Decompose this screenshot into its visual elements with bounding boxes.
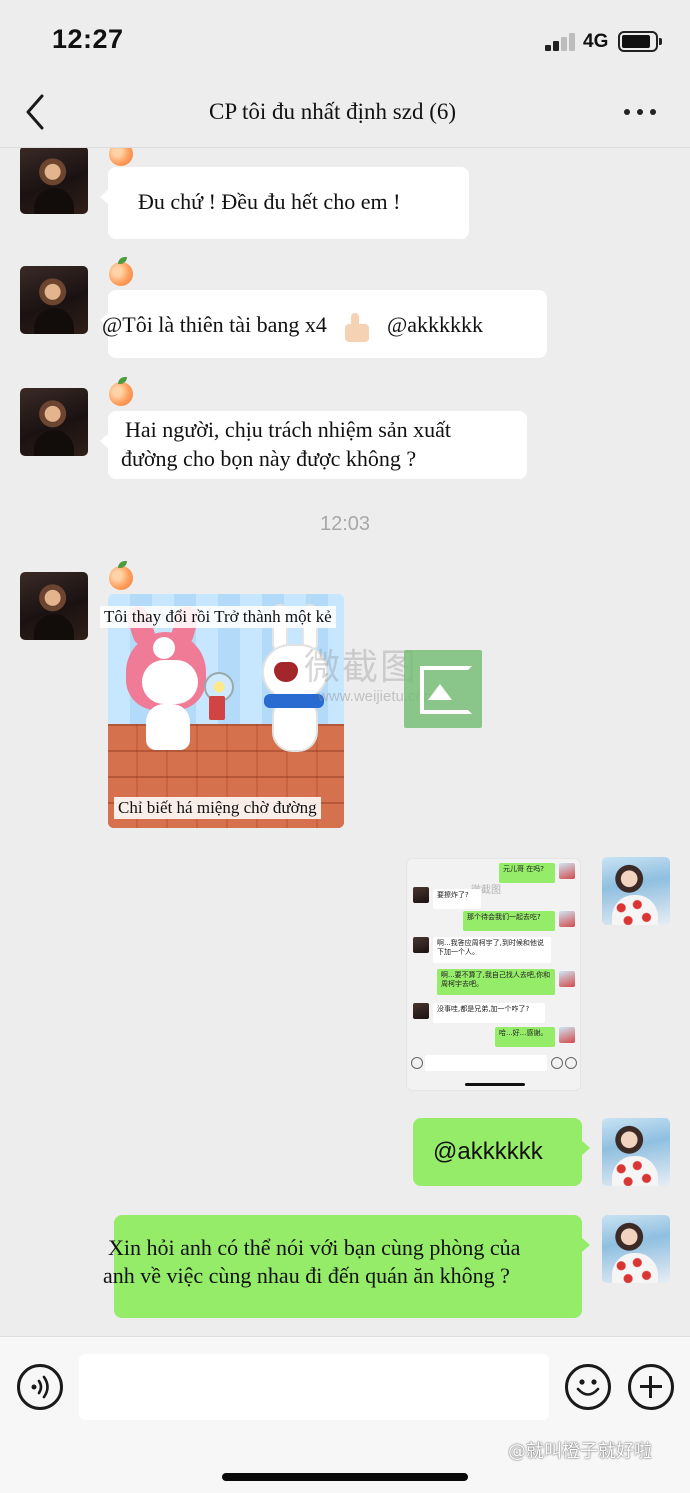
voice-button[interactable] <box>17 1364 63 1410</box>
message-text: @Tôi là thiên tài bang x4 @akkkkkk <box>102 310 483 342</box>
message-text: Đu chứ ! Đều đu hết cho em ! <box>138 189 401 214</box>
mini-voice-icon <box>411 1057 423 1069</box>
input-bar: @就叫橙子就好啦 <box>0 1336 690 1493</box>
mention-text[interactable]: @Tôi là thiên tài bang x4 <box>102 312 327 337</box>
mini-message: 啊...要不算了,我自己找人去吧,你和周柯宇去吧。 <box>437 969 555 995</box>
message-line: Hai người, chịu trách nhiệm sản xuất <box>125 417 451 442</box>
avatar[interactable] <box>20 148 88 214</box>
emoji-button[interactable] <box>565 1364 611 1410</box>
timestamp: 12:03 <box>319 513 371 535</box>
message-text: @akkkkkk <box>433 1138 543 1165</box>
image-icon <box>404 650 482 728</box>
avatar-self[interactable] <box>602 1118 670 1186</box>
message-line: anh về việc cùng nhau đi đến quán ăn khô… <box>103 1263 510 1288</box>
plus-button[interactable] <box>628 1364 674 1410</box>
message-bubble[interactable]: Đu chứ ! Đều đu hết cho em ! <box>100 167 469 239</box>
mini-avatar <box>413 887 429 903</box>
mini-avatar <box>413 937 429 953</box>
avatar-self[interactable] <box>602 857 670 925</box>
peach-icon <box>109 257 133 286</box>
battery-icon <box>618 31 662 52</box>
status-time: 12:27 <box>52 24 124 54</box>
status-bar: 12:27 4G <box>0 0 690 80</box>
peach-icon <box>109 561 133 590</box>
sticker-caption-top: Tôi thay đổi rồi Trở thành một kẻ <box>100 606 336 628</box>
sticker-gumball <box>204 672 234 722</box>
voice-icon <box>31 1375 49 1399</box>
mini-message: 啊...我答应周柯宇了,到时候和他说下加一个人。 <box>433 937 551 963</box>
smile-icon <box>576 1379 600 1396</box>
message-bubble[interactable]: Hai người, chịu trách nhiệm sản xuất đườ… <box>100 411 527 479</box>
sticker-image[interactable] <box>108 594 344 828</box>
screenshot-image[interactable]: 微截图 元儿哥 在吗? 要擦炸了? 那个待会我们一起去吃? 啊...我答应周柯宇… <box>406 858 581 1091</box>
home-indicator[interactable] <box>222 1473 468 1481</box>
mini-message: 元儿哥 在吗? <box>499 863 555 883</box>
more-dot <box>624 109 630 115</box>
sticker-character-pink <box>124 603 210 752</box>
more-button[interactable] <box>620 98 660 126</box>
avatar[interactable] <box>20 266 88 334</box>
thumbs-up-icon <box>337 312 373 342</box>
mini-home-indicator <box>465 1083 525 1086</box>
mini-avatar <box>559 1027 575 1043</box>
network-type: 4G <box>583 31 609 52</box>
avatar[interactable] <box>20 388 88 456</box>
mention-text[interactable]: @akkkkkk <box>387 312 483 337</box>
mini-emoji-icon <box>551 1057 563 1069</box>
mini-input <box>425 1055 547 1071</box>
mini-message: 哈...好...感谢。 <box>495 1027 555 1047</box>
peach-icon <box>109 377 133 406</box>
message-bubble-self[interactable]: Xin hỏi anh có thể nói với bạn cùng phòn… <box>103 1215 590 1318</box>
message-input[interactable] <box>79 1354 549 1420</box>
chat-title: CP tôi đu nhất định szd (6) <box>208 99 457 124</box>
avatar-self[interactable] <box>602 1215 670 1283</box>
mini-message: 要擦炸了? <box>433 889 481 909</box>
mini-avatar <box>559 911 575 927</box>
sticker-caption-bottom: Chỉ biết há miệng chờ đường <box>114 797 321 819</box>
peach-icon <box>109 148 133 166</box>
more-dot <box>637 109 643 115</box>
sticker-character-bunny <box>258 604 336 764</box>
mini-avatar <box>413 1003 429 1019</box>
weibo-credit: @就叫橙子就好啦 <box>508 1441 652 1462</box>
avatar[interactable] <box>20 572 88 640</box>
message-line: đường cho bọn này được không ? <box>121 446 417 471</box>
signal-icon <box>545 33 577 51</box>
mini-plus-icon <box>565 1057 577 1069</box>
chat-area[interactable]: Đu chứ ! Đều đu hết cho em ! @Tôi là thi… <box>0 148 690 1336</box>
more-dot <box>650 109 656 115</box>
nav-bar: CP tôi đu nhất định szd (6) <box>0 80 690 148</box>
message-bubble[interactable]: @Tôi là thiên tài bang x4 @akkkkkk <box>100 290 547 358</box>
mini-message: 没事哇,都是兄弟,加一个咋了? <box>433 1003 545 1023</box>
message-bubble-self[interactable]: @akkkkkk <box>413 1118 590 1186</box>
mini-avatar <box>559 971 575 987</box>
message-line: Xin hỏi anh có thể nói với bạn cùng phòn… <box>108 1235 521 1260</box>
mini-avatar <box>559 863 575 879</box>
mini-message: 那个待会我们一起去吃? <box>463 911 555 931</box>
